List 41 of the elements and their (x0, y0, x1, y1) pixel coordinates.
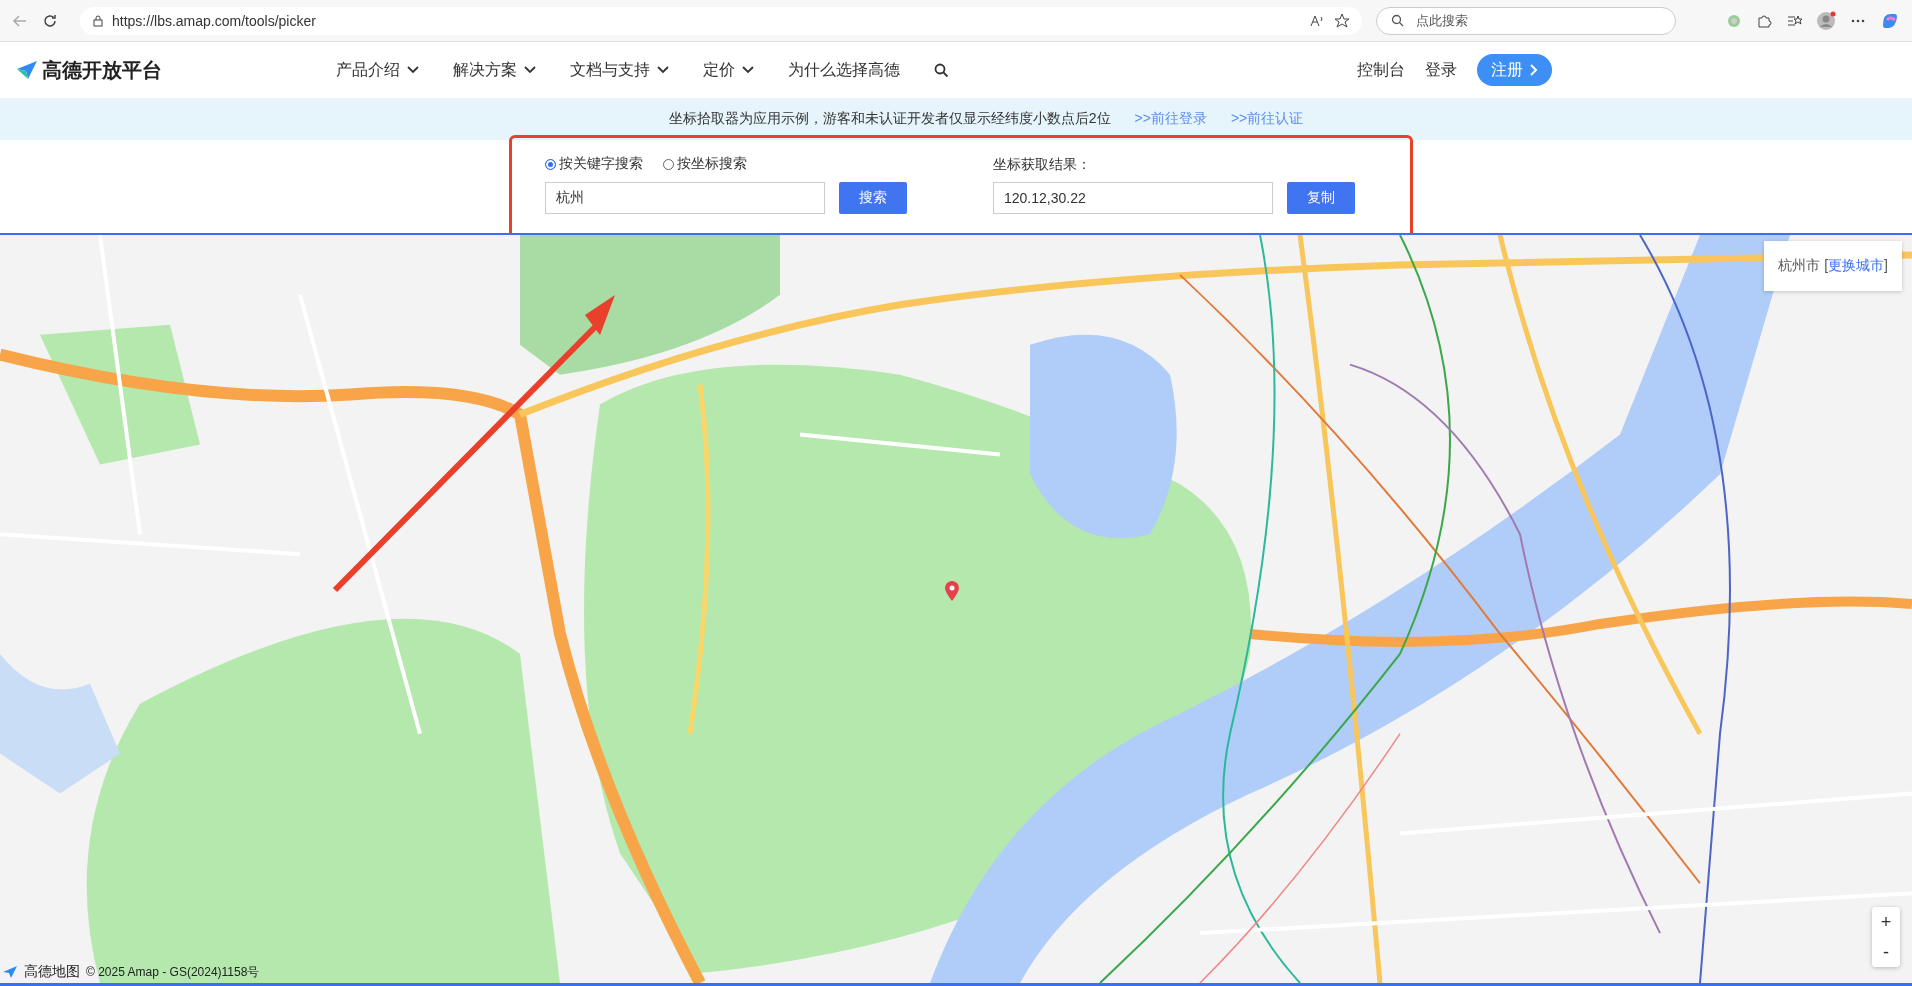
map-brand: 高德地图 (24, 963, 80, 981)
radio-label[interactable]: 按关键字搜索 (559, 155, 643, 173)
zoom-out-button[interactable]: - (1872, 937, 1900, 967)
copyright-text: © 2025 Amap - GS(2024)1158号 (86, 963, 260, 981)
zoom-in-button[interactable]: + (1872, 907, 1900, 937)
map-logo-icon (2, 965, 18, 979)
nav-link[interactable]: 为什么选择高德 (788, 59, 900, 81)
nav-link[interactable]: 产品介绍 (336, 59, 400, 81)
chevron-right-icon (1529, 64, 1538, 76)
notice-text: 坐标拾取器为应用示例，游客和未认证开发者仅显示经纬度小数点后2位 (668, 110, 1111, 128)
profile-avatar-icon[interactable] (1816, 10, 1836, 31)
city-name: 杭州市 [ (1778, 257, 1829, 273)
chevron-down-icon[interactable] (407, 66, 419, 74)
location-pin-icon[interactable] (944, 580, 960, 602)
nav-link[interactable]: 解决方案 (453, 59, 517, 81)
login-link[interactable]: 登录 (1425, 59, 1457, 81)
keyword-input[interactable]: 杭州 (545, 182, 825, 214)
coordinate-result-field[interactable]: 120.12,30.22 (993, 182, 1273, 214)
refresh-icon[interactable] (42, 12, 58, 29)
lock-icon (92, 14, 104, 27)
bracket-text: ] (1884, 257, 1888, 273)
copy-button[interactable]: 复制 (1287, 182, 1355, 214)
search-icon[interactable] (934, 62, 949, 78)
chevron-down-icon[interactable] (742, 66, 754, 74)
browser-search-field[interactable]: 点此搜索 (1376, 6, 1676, 35)
puzzle-icon[interactable] (1756, 12, 1772, 29)
console-link[interactable]: 控制台 (1357, 59, 1405, 81)
radio-label[interactable]: 按坐标搜索 (677, 155, 747, 173)
read-aloud-icon[interactable] (1310, 13, 1326, 28)
nav-link[interactable]: 文档与支持 (570, 59, 650, 81)
address-bar[interactable]: https://lbs.amap.com/tools/picker (80, 6, 1362, 35)
logo-icon (16, 60, 38, 80)
nav-link[interactable]: 定价 (703, 59, 735, 81)
search-icon (1391, 14, 1404, 27)
chevron-down-icon[interactable] (657, 66, 669, 74)
search-button[interactable]: 搜索 (839, 182, 907, 214)
result-label: 坐标获取结果： (993, 155, 1092, 174)
favorite-star-icon[interactable] (1334, 12, 1350, 29)
chevron-down-icon[interactable] (524, 66, 536, 74)
radio-button[interactable] (545, 158, 556, 170)
logo-text[interactable]: 高德开放平台 (42, 56, 162, 84)
